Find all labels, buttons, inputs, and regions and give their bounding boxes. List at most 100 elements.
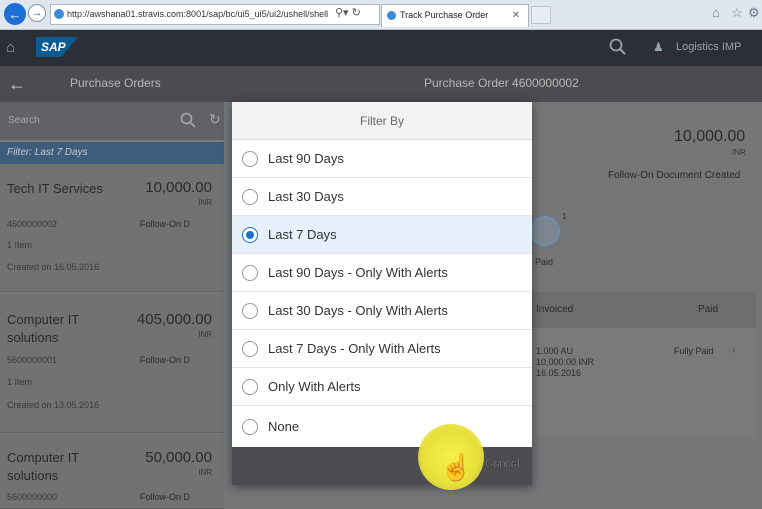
invoiced-qty: 1.000 AU — [536, 346, 574, 356]
master-title: Purchase Orders — [70, 76, 161, 90]
po-number: 5600000000 — [7, 492, 58, 502]
option-last-90-days-alerts[interactable]: Last 90 Days - Only With Alerts — [232, 254, 532, 292]
search-dropdown-icon[interactable]: ⚲▾ — [335, 7, 349, 19]
browser-back-button[interactable]: ← — [4, 3, 26, 25]
ie-icon — [54, 9, 64, 19]
option-label: Last 7 Days - Only With Alerts — [268, 341, 441, 356]
option-label: Only With Alerts — [268, 379, 361, 394]
option-label: Last 90 Days - Only With Alerts — [268, 265, 448, 280]
new-tab-button[interactable] — [531, 6, 551, 24]
option-none[interactable]: None — [232, 406, 532, 447]
po-number: 4600000002 — [7, 219, 58, 229]
radio-button[interactable] — [242, 340, 258, 357]
option-label: Last 7 Days — [268, 227, 337, 242]
ie-tab-icon — [387, 11, 396, 20]
home-icon[interactable]: ⌂ — [712, 5, 720, 20]
radio-button[interactable] — [242, 150, 258, 167]
settings-gear-icon[interactable]: ⚙ — [748, 5, 760, 21]
search-icon[interactable] — [609, 38, 627, 56]
created-date: Created on 16.05.2016 — [7, 262, 100, 272]
vendor-name: Tech IT Services — [7, 181, 103, 196]
close-tab-icon[interactable]: ✕ — [512, 5, 520, 26]
item-currency: INR — [198, 468, 212, 477]
filter-text: Filter: Last 7 Days — [7, 147, 88, 158]
invoiced-date: 16.05.2016 — [536, 368, 582, 378]
items-table-header: Invoiced Paid — [524, 292, 756, 328]
sap-logo: SAP — [36, 37, 78, 57]
created-date: Created on 13.05.2016 — [7, 400, 100, 410]
refresh-icon[interactable]: ↻ — [352, 7, 361, 19]
user-icon[interactable]: ♟ — [653, 40, 664, 54]
option-label: Last 90 Days — [268, 151, 344, 166]
invoiced-amount: 10,000.00 INR — [536, 357, 595, 367]
address-tools[interactable]: ⚲▾ ↻ — [335, 4, 361, 23]
option-last-7-days[interactable]: Last 7 Days — [232, 216, 532, 254]
hand-cursor-icon: ☝ — [440, 452, 473, 482]
paid-count-badge: 1 — [562, 212, 567, 221]
item-count: 1 Item — [7, 240, 33, 250]
chevron-right-icon[interactable]: › — [732, 345, 735, 356]
detail-status: Follow-On Document Created — [608, 170, 741, 181]
vendor-name: Computer IT solutions — [7, 450, 80, 483]
back-arrow-icon[interactable]: ← — [8, 74, 26, 95]
item-status: Follow-On D — [140, 492, 191, 502]
item-currency: INR — [198, 198, 212, 207]
user-name[interactable]: Logistics IMP — [676, 41, 741, 53]
item-currency: INR — [198, 330, 212, 339]
filter-dialog: Filter By Last 90 Days Last 30 Days Last… — [232, 102, 532, 485]
radio-button[interactable] — [242, 302, 258, 319]
option-last-30-days[interactable]: Last 30 Days — [232, 178, 532, 216]
browser-tab[interactable]: Track Purchase Order ✕ — [381, 4, 529, 27]
list-item[interactable]: Computer IT solutions 50,000.00 INR 5600… — [0, 434, 224, 509]
paid-process-icon[interactable] — [530, 216, 560, 246]
vendor-name: Computer IT solutions — [7, 312, 80, 345]
paid-step-label: Paid — [535, 257, 554, 267]
cancel-button-label[interactable]: Cancel — [486, 458, 520, 470]
detail-amount: 10,000.00 — [674, 128, 746, 145]
master-search-icon[interactable] — [180, 112, 196, 128]
address-bar[interactable]: http://awshana01.stravis.com:8001/sap/bc… — [50, 4, 380, 25]
invoiced-cell: 1.000 AU 10,000.00 INR 16.05.2016 — [536, 346, 594, 379]
column-invoiced: Invoiced — [536, 304, 574, 315]
detail-title: Purchase Order 4600000002 — [424, 76, 579, 90]
detail-header: Purchase Order 4600000002 — [224, 66, 762, 102]
list-item[interactable]: Tech IT Services 10,000.00 INR 460000000… — [0, 164, 224, 292]
item-amount: 10,000.00 — [145, 179, 212, 196]
item-status: Follow-On D — [140, 219, 191, 229]
browser-toolbar: ← → http://awshana01.stravis.com:8001/sa… — [0, 0, 762, 30]
shell-header: ⌂ SAP ♟ Logistics IMP — [0, 30, 762, 66]
paid-status: Fully Paid — [674, 346, 714, 356]
po-number: 5600000001 — [7, 355, 58, 365]
shell-home-icon[interactable]: ⌂ — [6, 39, 15, 56]
address-text: http://awshana01.stravis.com:8001/sap/bc… — [67, 9, 329, 19]
option-label: Last 30 Days — [268, 189, 344, 204]
browser-forward-button[interactable]: → — [28, 4, 46, 22]
dialog-title: Filter By — [232, 102, 532, 140]
option-label: None — [268, 419, 300, 434]
favorites-star-icon[interactable]: ☆ — [731, 5, 743, 21]
item-amount: 50,000.00 — [145, 449, 212, 466]
filter-info-bar[interactable]: Filter: Last 7 Days — [0, 142, 224, 164]
radio-button[interactable] — [242, 378, 258, 395]
option-last-90-days[interactable]: Last 90 Days — [232, 140, 532, 178]
item-count: 1 Item — [7, 377, 33, 387]
radio-button-selected[interactable] — [242, 226, 258, 243]
radio-button[interactable] — [242, 188, 258, 205]
option-last-30-days-alerts[interactable]: Last 30 Days - Only With Alerts — [232, 292, 532, 330]
list-item[interactable]: Computer IT solutions 405,000.00 INR 560… — [0, 293, 224, 433]
radio-button[interactable] — [242, 264, 258, 281]
column-paid: Paid — [698, 304, 719, 315]
option-last-7-days-alerts[interactable]: Last 7 Days - Only With Alerts — [232, 330, 532, 368]
search-field[interactable]: Search ↻ — [0, 102, 224, 140]
master-header: ← Purchase Orders — [0, 66, 224, 102]
tab-title: Track Purchase Order — [400, 10, 489, 20]
table-row[interactable]: 1.000 AU 10,000.00 INR 16.05.2016 Fully … — [524, 328, 756, 438]
search-placeholder: Search — [8, 115, 40, 126]
option-only-alerts[interactable]: Only With Alerts — [232, 368, 532, 406]
radio-button[interactable] — [242, 418, 258, 435]
refresh-list-icon[interactable]: ↻ — [209, 111, 221, 128]
item-status: Follow-On D — [140, 355, 191, 365]
detail-currency: INR — [732, 148, 746, 157]
option-label: Last 30 Days - Only With Alerts — [268, 303, 448, 318]
item-amount: 405,000.00 — [136, 311, 212, 328]
